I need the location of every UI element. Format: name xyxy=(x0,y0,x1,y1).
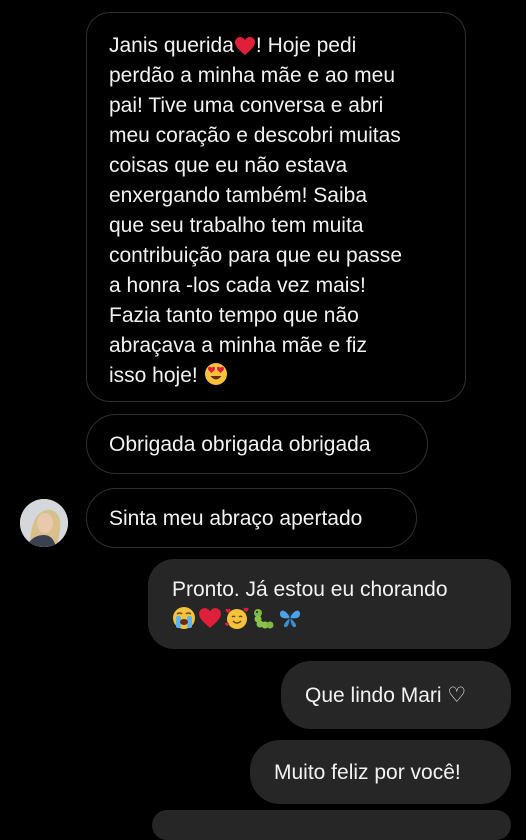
message-bubble-outgoing[interactable]: Que lindo Mari ♡ xyxy=(281,661,511,729)
caterpillar-emoji xyxy=(252,607,276,638)
message-line: abraçava a minha mãe e fiz xyxy=(109,334,367,357)
message-line: isso hoje! xyxy=(109,361,445,391)
message-line: a honra -los cada vez mais! xyxy=(109,274,366,297)
message-bubble-outgoing[interactable]: Pronto. Já estou eu chorando xyxy=(148,559,511,649)
message-line: coisas que eu não estava xyxy=(109,154,348,177)
butterfly-emoji xyxy=(278,607,302,638)
message-line: pai! Tive uma conversa e abri xyxy=(109,94,384,117)
message-line: enxergando também! Saiba xyxy=(109,184,367,207)
message-line: que seu trabalho tem muita xyxy=(109,214,364,237)
crying-face-emoji xyxy=(172,606,196,639)
message-bubble-outgoing-partial[interactable] xyxy=(152,810,511,840)
message-bubble-incoming[interactable]: Obrigada obrigada obrigada xyxy=(86,414,428,474)
red-heart-emoji xyxy=(198,607,222,638)
message-line: Janis querida! Hoje pedi xyxy=(109,31,445,61)
sender-avatar[interactable] xyxy=(20,499,68,547)
emoji-row xyxy=(172,606,511,639)
message-text: Que lindo Mari ♡ xyxy=(305,684,467,707)
message-line: meu coração e descobri muitas xyxy=(109,124,401,147)
message-line: contribuição para que eu passe xyxy=(109,244,403,267)
message-bubble-outgoing[interactable]: Muito feliz por você! xyxy=(250,740,511,804)
message-text: Sinta meu abraço apertado xyxy=(109,507,363,530)
message-bubble-incoming[interactable]: Janis querida! Hoje pedi perdão a minha … xyxy=(86,12,466,402)
heart-eyes-emoji xyxy=(204,362,228,395)
message-text: Obrigada obrigada obrigada xyxy=(109,433,371,456)
message-text: Muito feliz por você! xyxy=(274,761,461,784)
message-bubble-incoming[interactable]: Sinta meu abraço apertado xyxy=(86,488,417,548)
smiling-face-with-hearts-emoji xyxy=(224,606,250,639)
message-text: Pronto. Já estou eu chorando xyxy=(172,578,448,601)
message-line: Fazia tanto tempo que não xyxy=(109,304,359,327)
message-line: perdão a minha mãe e ao meu xyxy=(109,64,396,87)
